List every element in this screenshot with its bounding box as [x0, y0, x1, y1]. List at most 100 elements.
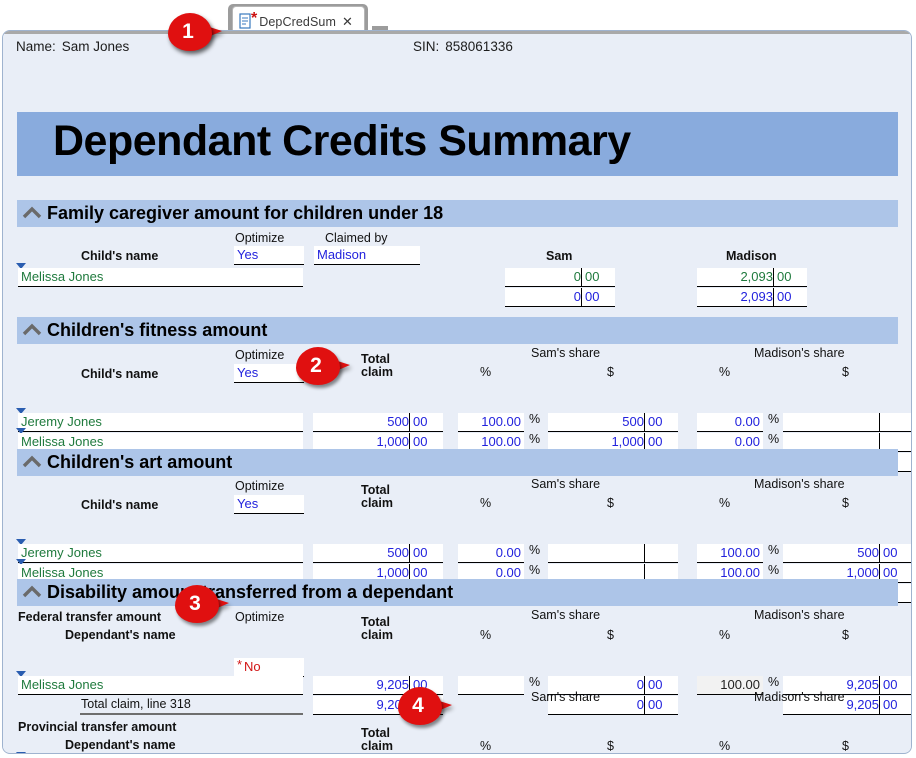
section-header-childrens-fitness[interactable]: Children's fitness amount: [17, 317, 898, 344]
section-title: Disability amount transferred from a dep…: [47, 582, 454, 602]
optimize-field-1[interactable]: Yes: [234, 246, 304, 265]
child-name-field-3-0[interactable]: Jeremy Jones: [18, 544, 303, 563]
sams-share-label-2: Sam's share: [531, 346, 601, 360]
sams-share-label-4f: Sam's share: [531, 608, 601, 622]
optimize-field-2[interactable]: Yes: [234, 364, 304, 383]
sam-share-cents-2-0: 00: [648, 414, 663, 429]
provincial-transfer-heading: Provincial transfer amount: [18, 720, 177, 734]
sam-dollar-label-4p: $: [607, 739, 614, 753]
section-title: Family caregiver amount for children und…: [47, 203, 444, 223]
total-claim-amount-2-1: 1,000: [376, 434, 409, 449]
section-title: Children's fitness amount: [47, 320, 268, 340]
column-header-madison-1: Madison: [726, 249, 777, 263]
section-header-disability-transfer[interactable]: Disability amount transferred from a dep…: [17, 579, 898, 606]
sam-share-field-2-0[interactable]: 500 00: [548, 413, 678, 432]
sam-pct-label-4p: %: [480, 739, 492, 753]
sam-pct-label-3: %: [480, 496, 492, 510]
sam-total-1: 0 00: [505, 288, 615, 307]
taxpayer-sin: SIN: 858061336: [413, 39, 513, 54]
madison-share-field-2-0[interactable]: [783, 413, 911, 432]
callout-number: 2: [310, 354, 322, 377]
child-name-label-3: Child's name: [81, 498, 159, 512]
child-name-field-1-0[interactable]: Melissa Jones: [18, 268, 303, 287]
sam-pct-value-2-0: 100.00: [481, 414, 521, 429]
sams-share-label-3: Sam's share: [531, 477, 601, 491]
pct-suffix: %: [529, 432, 541, 446]
section-title: Children's art amount: [47, 452, 233, 472]
sam-share-amount-2-1: 1,000: [611, 434, 644, 449]
chevron-up-icon[interactable]: [21, 205, 43, 221]
total-claim-cents-3-0: 00: [413, 545, 428, 560]
sam-share-cents-federal: 00: [648, 677, 663, 692]
optimize-label-3: Optimize: [235, 479, 285, 493]
sam-share-field-3-0[interactable]: [548, 544, 678, 563]
dependant-name-label-provincial: Dependant's name: [65, 738, 176, 752]
sam-pct-field-3-0[interactable]: 0.00: [458, 544, 524, 563]
child-name-label-2: Child's name: [81, 367, 159, 381]
sam-dollar-label-3: $: [607, 496, 614, 510]
total-claim-label-2a: Total: [361, 352, 390, 366]
sam-amount-1-0[interactable]: 0 00: [505, 268, 615, 287]
total-claim-label-3b: claim: [361, 496, 393, 510]
sam-amount-value-1-0: 0: [573, 269, 581, 284]
callout-number: 3: [189, 592, 201, 615]
sam-share-total-cents-federal: 00: [648, 697, 663, 712]
madison-amount-1-0[interactable]: 2,093 00: [697, 268, 807, 287]
madison-pct-field-3-0[interactable]: 100.00: [697, 544, 763, 563]
optimize-label-4: Optimize: [235, 610, 285, 624]
madison-share-cents-3-0: 00: [883, 545, 898, 560]
row-marker-icon: [16, 752, 26, 753]
total-claim-field-2-0[interactable]: 500 00: [313, 413, 443, 432]
child-name-value-2-1: Melissa Jones: [21, 434, 104, 449]
optimize-value-3: Yes: [237, 496, 259, 511]
chevron-up-icon[interactable]: [21, 454, 43, 470]
sam-cents-value-1-0: 00: [585, 269, 600, 284]
sams-share-label-4p: Sam's share: [531, 690, 601, 704]
madison-pct-field-2-0[interactable]: 0.00: [697, 413, 763, 432]
callout-number: 4: [412, 694, 424, 717]
claimed-by-label: Claimed by: [325, 231, 388, 245]
optimize-value-1: Yes: [237, 247, 259, 262]
sam-share-total-amount-federal: 0: [636, 697, 644, 712]
total-claim-label-4pa: Total: [361, 726, 390, 740]
madison-total-cents-1: 00: [777, 289, 792, 304]
madison-pct-label-2: %: [719, 365, 731, 379]
child-name-field-2-0[interactable]: Jeremy Jones: [18, 413, 303, 432]
pct-suffix: %: [768, 675, 780, 689]
callout-4: 4: [398, 687, 452, 727]
dependant-name-label-federal: Dependant's name: [65, 628, 176, 642]
form-window: Name: Sam Jones SIN: 858061336 Dependant C…: [2, 30, 912, 754]
sam-dollar-label-4f: $: [607, 628, 614, 642]
child-name-value-3-1: Melissa Jones: [21, 565, 104, 580]
total-claim-label-4pb: claim: [361, 739, 393, 753]
claimed-by-field[interactable]: Madison: [314, 246, 420, 265]
sam-share-amount-federal: 0: [636, 677, 644, 692]
madison-amount-value-1-0: 2,093: [740, 269, 773, 284]
sam-pct-field-2-0[interactable]: 100.00: [458, 413, 524, 432]
total-claim-amount-3-0: 500: [387, 545, 409, 560]
close-icon[interactable]: ✕: [342, 15, 353, 28]
optimize-override-marker: *: [237, 657, 243, 672]
sam-pct-value-2-1: 100.00: [481, 434, 521, 449]
sam-pct-field-federal[interactable]: [458, 676, 524, 695]
optimize-field-3[interactable]: Yes: [234, 495, 304, 514]
total-underline: [80, 713, 303, 715]
claimed-by-value: Madison: [317, 247, 367, 262]
page-title: Dependant Credits Summary: [53, 117, 631, 165]
sam-total-cents-1: 00: [585, 289, 600, 304]
section-header-family-caregiver[interactable]: Family caregiver amount for children und…: [17, 200, 898, 227]
chevron-up-icon[interactable]: [21, 322, 43, 338]
chevron-up-icon[interactable]: [21, 584, 43, 600]
callout-3: 3: [175, 585, 229, 625]
madison-share-amount-3-1: 1,000: [846, 565, 879, 580]
optimize-label-2: Optimize: [235, 348, 285, 362]
madison-share-field-3-0[interactable]: 500 00: [783, 544, 911, 563]
dependant-name-field-federal[interactable]: Melissa Jones: [18, 676, 303, 695]
sam-share-cents-2-1: 00: [648, 434, 663, 449]
total-claim-cents-2-1: 00: [413, 434, 428, 449]
total-claim-field-3-0[interactable]: 500 00: [313, 544, 443, 563]
total-claim-amount-2-0: 500: [387, 414, 409, 429]
optimize-field-4-federal[interactable]: * No: [234, 657, 304, 677]
section-header-childrens-art[interactable]: Children's art amount: [17, 449, 898, 476]
document-icon: [239, 13, 254, 30]
